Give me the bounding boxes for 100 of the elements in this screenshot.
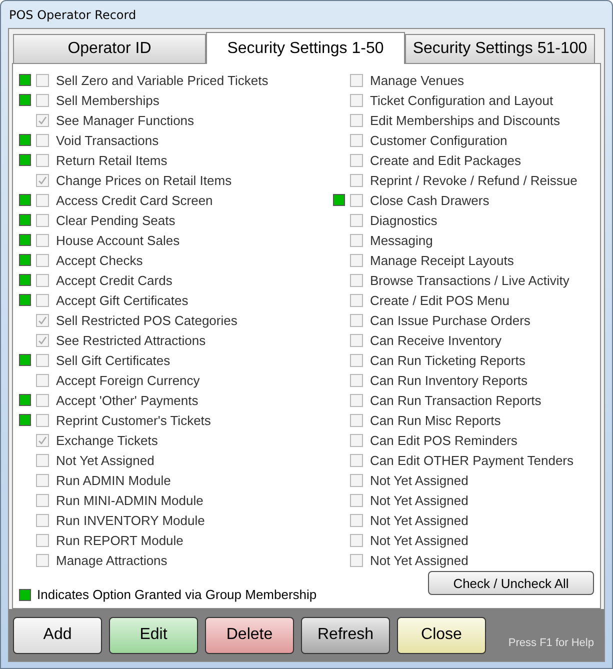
checkbox[interactable] [350,554,363,566]
action-button[interactable]: Edit [109,616,198,654]
checkbox[interactable] [350,94,363,106]
checkbox[interactable] [350,194,363,206]
checkbox[interactable] [36,294,49,306]
checkbox[interactable] [36,134,49,146]
checkbox[interactable] [36,234,49,246]
permission-label: Run REPORT Module [56,532,184,548]
permission-label: Accept Credit Cards [56,272,172,288]
checkbox[interactable] [36,554,49,566]
permission-label: Can Run Ticketing Reports [370,352,526,368]
checkbox[interactable] [36,74,49,86]
permission-label: Sell Memberships [56,92,160,108]
checkbox[interactable] [36,114,49,126]
checkbox[interactable] [350,334,363,346]
checkbox[interactable] [350,114,363,126]
checkbox[interactable] [350,314,363,326]
permission-label: Can Run Misc Reports [370,412,501,428]
checkbox[interactable] [36,94,49,106]
checkbox[interactable] [36,414,49,426]
checkbox[interactable] [350,214,363,226]
permission-label: Create / Edit POS Menu [370,292,510,308]
permission-label: Messaging [370,232,433,248]
checkbox[interactable] [350,514,363,526]
checkbox[interactable] [36,214,49,226]
tab[interactable]: Security Settings 1-50 [206,32,405,64]
permission-label: Can Edit POS Reminders [370,432,518,448]
permission-label: Access Credit Card Screen [56,192,213,208]
check-uncheck-all-button[interactable]: Check / Uncheck All [428,571,594,595]
checkbox[interactable] [36,494,49,506]
permission-label: Can Issue Purchase Orders [370,312,530,328]
checkbox[interactable] [350,534,363,546]
permission-label: Run ADMIN Module [56,472,171,488]
permission-label: Manage Venues [370,72,464,88]
permission-label: Reprint / Revoke / Refund / Reissue [370,172,578,188]
permission-label: Accept Gift Certificates [56,292,188,308]
permission-label: Change Prices on Retail Items [56,172,232,188]
permission-label: Accept 'Other' Payments [56,392,198,408]
permission-label: Manage Attractions [56,552,168,568]
permission-label: Can Run Inventory Reports [370,372,528,388]
checkbox[interactable] [350,394,363,406]
checkbox[interactable] [350,234,363,246]
checkbox[interactable] [350,414,363,426]
permission-label: Can Receive Inventory [370,332,502,348]
action-button[interactable]: Close [397,616,486,654]
permission-label: Can Run Transaction Reports [370,392,542,408]
permission-label: Create and Edit Packages [370,152,522,168]
permission-label: Manage Receipt Layouts [370,252,514,268]
checkbox[interactable] [36,274,49,286]
checkbox[interactable] [350,154,363,166]
action-button[interactable]: Refresh [301,616,390,654]
checkbox[interactable] [350,354,363,366]
checkbox[interactable] [36,534,49,546]
permission-label: Accept Checks [56,252,143,268]
permission-label: See Restricted Attractions [56,332,206,348]
permission-label: Close Cash Drawers [370,192,490,208]
checkbox[interactable] [36,454,49,466]
checkbox[interactable] [36,194,49,206]
checkbox[interactable] [36,434,49,446]
permission-label: Not Yet Assigned [370,552,468,568]
legend-swatch [19,588,31,600]
window-title: POS Operator Record [8,6,138,24]
tab[interactable]: Security Settings 51-100 [405,34,595,63]
checkbox[interactable] [36,154,49,166]
checkbox[interactable] [350,74,363,86]
checkbox[interactable] [36,254,49,266]
permission-label: Not Yet Assigned [56,452,154,468]
checkbox[interactable] [350,294,363,306]
checkbox[interactable] [36,314,49,326]
checkbox[interactable] [36,354,49,366]
action-button[interactable]: Add [13,616,102,654]
checkbox[interactable] [350,174,363,186]
checkbox[interactable] [36,474,49,486]
checkbox[interactable] [36,174,49,186]
checkbox[interactable] [350,454,363,466]
checkbox[interactable] [350,254,363,266]
permission-label: Not Yet Assigned [370,492,468,508]
checkbox[interactable] [350,134,363,146]
permission-label: Void Transactions [56,132,159,148]
checkbox[interactable] [350,434,363,446]
checkbox[interactable] [350,374,363,386]
checkbox[interactable] [350,274,363,286]
checkbox[interactable] [350,494,363,506]
permission-label: Return Retail Items [56,152,168,168]
permission-label: Sell Restricted POS Categories [56,312,238,328]
legend-text: Indicates Option Granted via Group Membership [37,587,317,602]
permission-label: See Manager Functions [56,112,194,128]
tab[interactable]: Operator ID [13,34,206,63]
permission-label: Diagnostics [370,212,438,228]
permission-label: Clear Pending Seats [56,212,176,228]
help-hint: Press F1 for Help [508,637,594,649]
checkbox[interactable] [350,474,363,486]
checkbox[interactable] [36,394,49,406]
checkbox[interactable] [36,514,49,526]
action-button[interactable]: Delete [205,616,294,654]
permission-label: Ticket Configuration and Layout [370,92,554,108]
checkbox[interactable] [36,374,49,386]
permission-label: Run MINI-ADMIN Module [56,492,204,508]
permission-label: Sell Zero and Variable Priced Tickets [56,72,268,88]
checkbox[interactable] [36,334,49,346]
